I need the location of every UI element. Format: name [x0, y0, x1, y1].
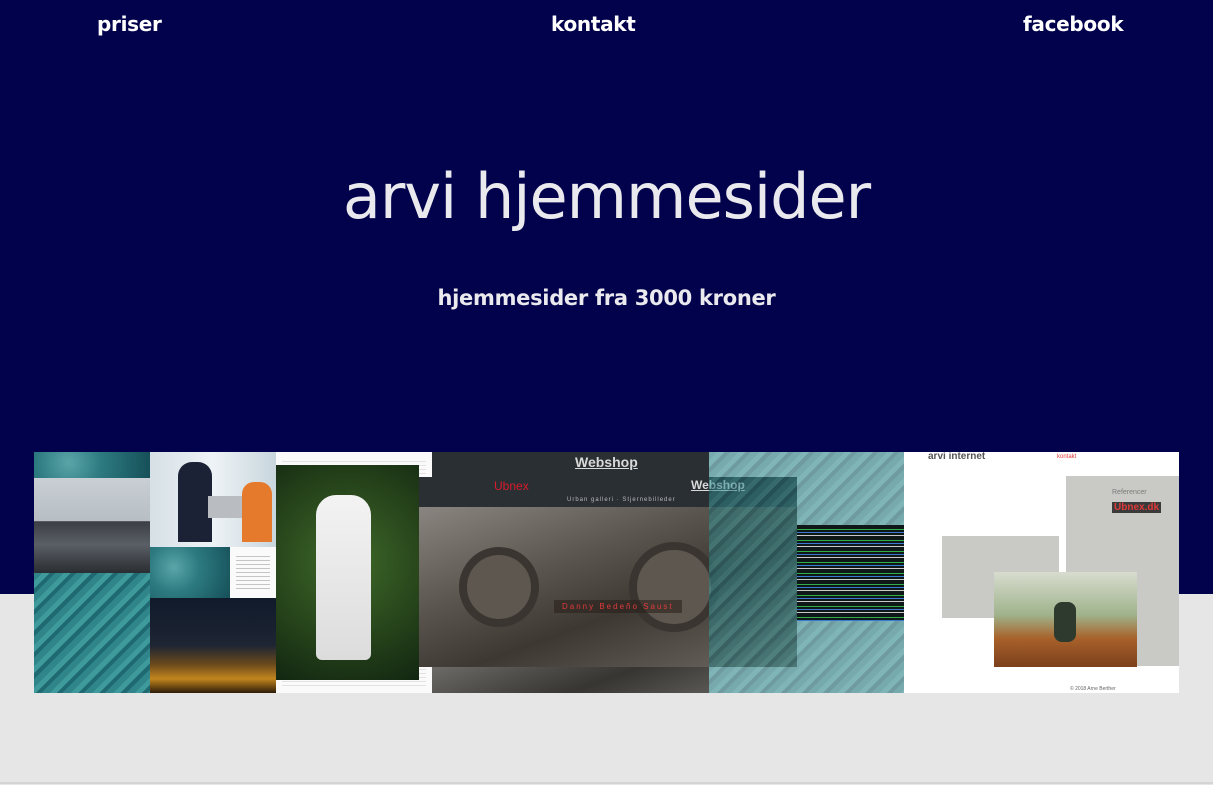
night-city-photo [150, 598, 294, 693]
person-figure-3 [1054, 602, 1076, 642]
referencer-label: Referencer [1112, 489, 1147, 496]
nav-facebook-link[interactable]: facebook [1023, 12, 1124, 36]
site-title: arvi hjemmesider [342, 160, 871, 233]
city-skyline-photo [34, 478, 150, 573]
wheel-shape [459, 547, 539, 627]
man-relaxing-photo [994, 572, 1137, 667]
copyright-text: © 2018 Arne Berther [1070, 686, 1116, 692]
dress-figure [316, 495, 371, 660]
nav-kontakt-link[interactable]: kontakt [551, 12, 636, 36]
webshop-heading: Webshop [575, 454, 638, 470]
train-photo-strip [432, 667, 709, 693]
text-page-thumb [230, 547, 276, 598]
arvi-internet-heading: arvi internet [928, 452, 986, 462]
ubnex-dk-label: Ubnex.dk [1112, 502, 1162, 513]
woman-white-dress-photo [276, 465, 419, 680]
portfolio-collage-image: Webshop Ubnex Webshop Urban galleri · St… [34, 452, 1179, 693]
person-figure [178, 462, 212, 542]
sea-photo-2 [150, 547, 230, 598]
bottom-divider [0, 782, 1213, 784]
urban-tagline: Urban galleri · Stjernebilleder [567, 497, 676, 503]
kontakt-small-link: kontakt [1057, 454, 1077, 460]
site-subtitle: hjemmesider fra 3000 kroner [437, 286, 776, 310]
ubnex-logo-text: Ubnex [494, 479, 529, 493]
business-meeting-photo [150, 452, 276, 547]
ocean-waves-photo [34, 573, 150, 693]
danny-caption: Danny Bedeño Saust [554, 600, 682, 613]
person-figure-2 [242, 482, 272, 542]
wheel-shape-2 [629, 542, 719, 632]
nav-priser-link[interactable]: priser [97, 12, 162, 36]
sea-photo [34, 452, 150, 478]
